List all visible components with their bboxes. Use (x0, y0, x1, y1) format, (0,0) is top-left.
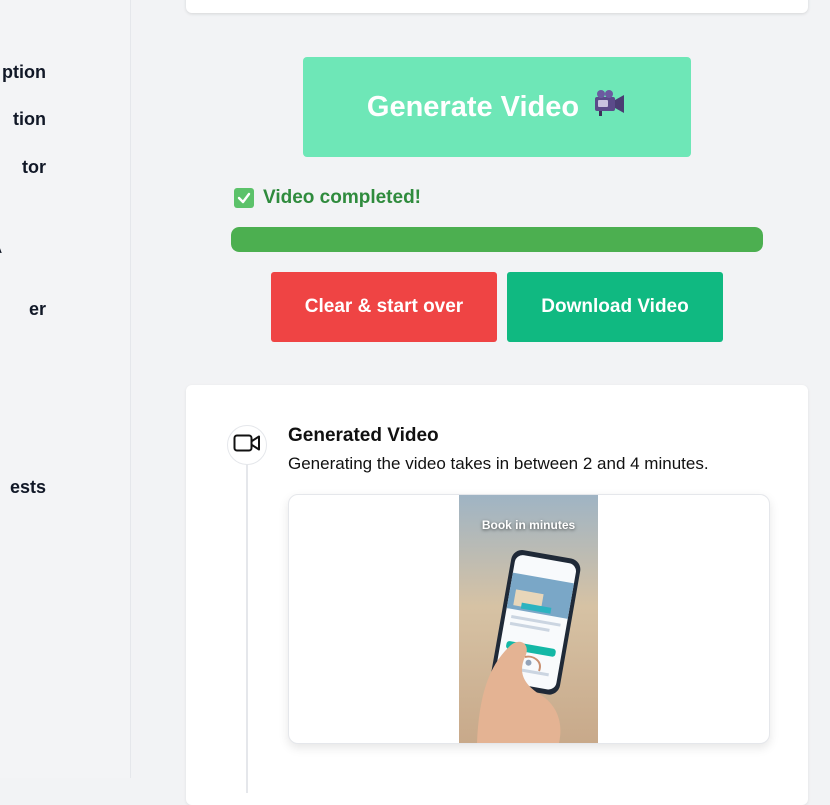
sidebar: ption tion tor A er ests (0, 0, 131, 778)
sidebar-item-requests[interactable]: ests (0, 477, 130, 501)
sidebar-item-a[interactable]: A (0, 245, 130, 269)
progress-bar (231, 227, 763, 252)
sidebar-item-description[interactable]: ption (0, 62, 130, 86)
card-title: Generated Video (288, 425, 439, 446)
sidebar-item-label: tor (22, 157, 46, 177)
video-camera-icon (593, 89, 627, 125)
sidebar-item-over[interactable]: er (0, 299, 130, 323)
generate-video-button[interactable]: Generate Video (303, 57, 691, 157)
status-text: Video completed! (263, 187, 422, 208)
sidebar-item-label: A (0, 245, 2, 256)
sidebar-item-label: ests (9, 477, 46, 497)
card-description: Generating the video takes in between 2 … (288, 454, 709, 473)
sidebar-item-editor[interactable]: tor (0, 157, 130, 181)
video-thumbnail-illustration (459, 495, 598, 743)
clear-start-over-button[interactable]: Clear & start over (271, 272, 497, 342)
sidebar-item-label: ption (2, 62, 46, 82)
video-player[interactable]: Book in minutes (288, 494, 770, 744)
timeline-line (246, 463, 248, 793)
sidebar-item-label: er (28, 299, 46, 319)
timeline-step (227, 425, 267, 465)
progress-fill (231, 227, 763, 252)
sidebar-item-label: tion (13, 109, 46, 129)
video-caption: Book in minutes (481, 518, 576, 532)
generated-video-card: Generated Video Generating the video tak… (186, 385, 808, 805)
video-icon (233, 433, 261, 458)
sidebar-item-location[interactable]: tion (0, 109, 130, 133)
generate-video-label: Generate Video (366, 90, 580, 123)
video-thumbnail: Book in minutes (459, 495, 598, 743)
status-message: Video completed! (234, 186, 421, 210)
download-video-button[interactable]: Download Video (507, 272, 723, 342)
previous-card (186, 0, 808, 13)
check-box-icon (234, 188, 254, 208)
